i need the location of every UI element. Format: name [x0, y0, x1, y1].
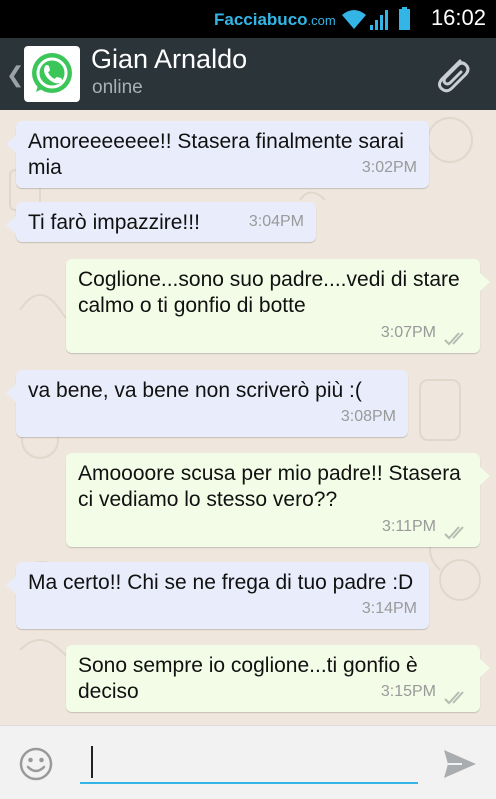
message-time: 3:11PM — [382, 518, 436, 535]
message-bubble-incoming[interactable]: Amoreeeeeee!! Stasera finalmente sarai m… — [6, 121, 429, 188]
message-time: 3:07PM — [380, 324, 436, 341]
watermark: Facciabuco.com — [214, 10, 336, 30]
text-cursor — [91, 746, 93, 778]
message-bubble-outgoing[interactable]: Coglione...sono suo padre....vedi di sta… — [66, 259, 490, 353]
back-chevron-icon[interactable]: ❮ — [6, 62, 24, 88]
message-text: Ma certo!! Chi se ne frega di tuo padre … — [28, 571, 414, 594]
message-text: Coglione...sono suo padre....vedi di sta… — [78, 268, 460, 317]
send-arrow-icon[interactable] — [442, 748, 478, 780]
message-time: 3:08PM — [340, 408, 396, 425]
message-time: 3:15PM — [380, 683, 436, 700]
status-time: 16:02 — [430, 5, 486, 30]
message-bubble-incoming[interactable]: Ti farò impazzire!!! 3:04PM — [6, 202, 316, 242]
message-text: Amoreeeeeee!! Stasera finalmente sarai m… — [28, 130, 404, 179]
wifi-icon — [342, 10, 366, 29]
message-bubble-incoming[interactable]: va bene, va bene non scriverò più :( 3:0… — [6, 370, 408, 437]
chat-area[interactable]: Amoreeeeeee!! Stasera finalmente sarai m… — [0, 110, 496, 725]
double-check-icon — [444, 526, 464, 540]
chat-header: ❮ Gian Arnaldo online — [0, 38, 496, 110]
whatsapp-logo-icon — [32, 53, 72, 93]
double-check-icon — [444, 332, 464, 346]
message-time: 3:04PM — [248, 213, 304, 230]
message-bubble-incoming[interactable]: Ma certo!! Chi se ne frega di tuo padre … — [6, 562, 429, 629]
smiley-icon[interactable] — [18, 746, 54, 782]
composer-bar — [0, 725, 496, 799]
message-time: 3:02PM — [361, 159, 417, 176]
message-input[interactable] — [80, 740, 418, 784]
message-text: va bene, va bene non scriverò più :( — [28, 379, 362, 402]
watermark-domain: .com — [307, 13, 336, 28]
message-time: 3:14PM — [361, 600, 417, 617]
message-bubble-outgoing[interactable]: Sono sempre io coglione...ti gonfio è de… — [66, 645, 490, 712]
message-text: Amoooore scusa per mio padre!! Stasera c… — [78, 462, 461, 511]
double-check-icon — [444, 691, 464, 705]
watermark-name: Facciabuco — [214, 10, 308, 29]
paperclip-icon[interactable] — [430, 53, 474, 97]
message-bubble-outgoing[interactable]: Amoooore scusa per mio padre!! Stasera c… — [66, 453, 490, 547]
status-icons — [342, 7, 410, 30]
contact-name[interactable]: Gian Arnaldo — [91, 44, 247, 75]
battery-icon — [399, 7, 410, 30]
signal-icon — [370, 10, 388, 30]
status-bar: Facciabuco.com 16:02 — [0, 0, 496, 38]
avatar[interactable] — [24, 46, 80, 102]
contact-status: online — [92, 77, 143, 98]
